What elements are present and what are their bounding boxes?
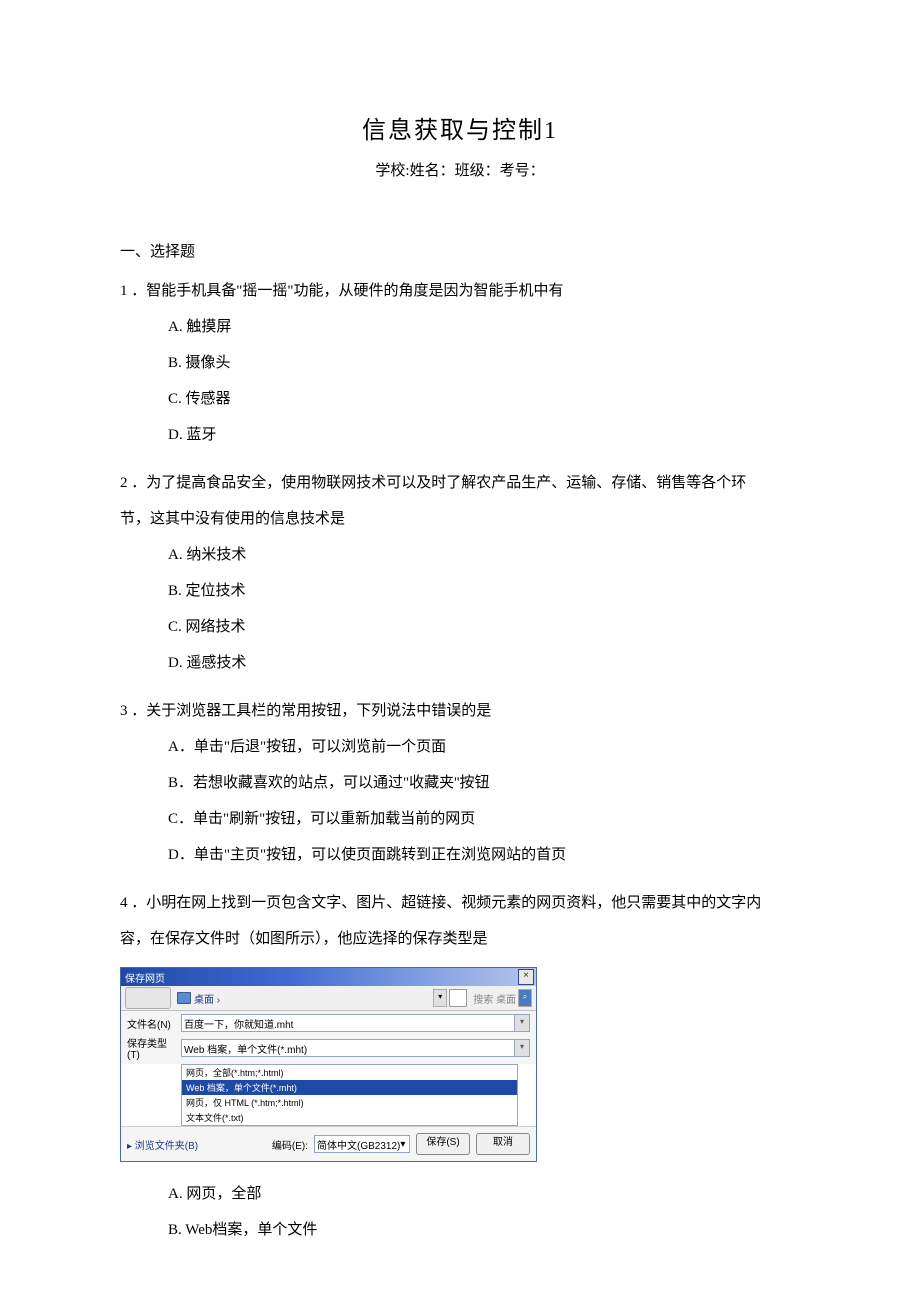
savetype-option[interactable]: 文本文件(*.txt) (182, 1110, 517, 1125)
q1-option-b: B. 摄像头 (168, 345, 800, 381)
q4-option-a: A. 网页，全部 (168, 1176, 800, 1212)
dialog-title-text: 保存网页 (125, 970, 165, 985)
q2-option-c: C. 网络技术 (168, 609, 800, 645)
dialog-titlebar: 保存网页 × (121, 968, 536, 986)
filename-input[interactable]: 百度一下，你就知道.mht ▾ (181, 1014, 530, 1032)
q1-option-a: A. 触摸屏 (168, 309, 800, 345)
search-placeholder: 搜索 桌面 (473, 991, 516, 1006)
cancel-button[interactable]: 取消 (476, 1133, 530, 1155)
document-page: 信息获取与控制1 学校:姓名：班级：考号： 一、选择题 1 ．智能手机具备"摇一… (0, 0, 920, 1301)
section-heading: 一、选择题 (120, 240, 800, 261)
browse-folders-toggle[interactable]: ▸ 浏览文件夹(B) (127, 1137, 198, 1152)
q4-stem-a: 4 ．小明在网上找到一页包含文字、图片、超链接、视频元素的网页资料，他只需要其中… (120, 885, 800, 921)
savetype-value: Web 档案，单个文件(*.mht) (184, 1041, 307, 1056)
savetype-row: 保存类型(T) Web 档案，单个文件(*.mht) ▾ (121, 1035, 536, 1064)
q3-option-c: C．单击"刷新"按钮，可以重新加载当前的网页 (168, 801, 800, 837)
save-webpage-dialog: 保存网页 × 桌面 › ▾ 搜索 桌面 ⌕ 文件名(N) 百 (120, 967, 537, 1162)
q3-stem: 3 ．关于浏览器工具栏的常用按钮，下列说法中错误的是 (120, 693, 800, 729)
location-text: 桌面 › (194, 991, 220, 1006)
q1-stem: 1 ．智能手机具备"摇一摇"功能，从硬件的角度是因为智能手机中有 (120, 273, 800, 309)
q3-option-b: B．若想收藏喜欢的站点，可以通过"收藏夹''按钮 (168, 765, 800, 801)
filename-row: 文件名(N) 百度一下，你就知道.mht ▾ (121, 1011, 536, 1035)
save-button[interactable]: 保存(S) (416, 1133, 470, 1155)
q4-option-b: B. Web档案，单个文件 (168, 1212, 800, 1248)
q2-options: A. 纳米技术 B. 定位技术 C. 网络技术 D. 遥感技术 (120, 537, 800, 681)
dropdown-arrow-icon[interactable]: ▾ (433, 989, 447, 1007)
back-forward-buttons[interactable] (125, 987, 171, 1009)
q2-option-d: D. 遥感技术 (168, 645, 800, 681)
filename-label: 文件名(N) (127, 1016, 175, 1031)
savetype-option[interactable]: 网页，仅 HTML (*.htm;*.html) (182, 1095, 517, 1110)
search-icon[interactable]: ⌕ (518, 989, 532, 1007)
q1-option-d: D. 蓝牙 (168, 417, 800, 453)
save-dialog-screenshot: 保存网页 × 桌面 › ▾ 搜索 桌面 ⌕ 文件名(N) 百 (120, 967, 800, 1162)
savetype-select[interactable]: Web 档案，单个文件(*.mht) ▾ (181, 1039, 530, 1057)
q2-option-a: A. 纳米技术 (168, 537, 800, 573)
close-icon[interactable]: × (518, 969, 534, 985)
savetype-label: 保存类型(T) (127, 1035, 175, 1061)
refresh-icon[interactable] (449, 989, 467, 1007)
location-breadcrumb[interactable]: 桌面 › (177, 991, 220, 1006)
filename-value: 百度一下，你就知道.mht (184, 1016, 293, 1031)
chevron-down-icon[interactable]: ▾ (514, 1040, 529, 1056)
nav-right-controls: ▾ 搜索 桌面 ⌕ (433, 989, 532, 1007)
encoding-select[interactable]: 简体中文(GB2312) ▾ (314, 1135, 410, 1153)
savetype-option[interactable]: 网页，全部(*.htm;*.html) (182, 1065, 517, 1080)
q3-option-a: A．单击"后退"按钮，可以浏览前一个页面 (168, 729, 800, 765)
dialog-bottom-row: ▸ 浏览文件夹(B) 编码(E): 简体中文(GB2312) ▾ 保存(S) 取… (121, 1126, 536, 1161)
q4-options: A. 网页，全部 B. Web档案，单个文件 (120, 1176, 800, 1248)
savetype-dropdown: 网页，全部(*.htm;*.html) Web 档案，单个文件(*.mht) 网… (181, 1064, 518, 1126)
encoding-label: 编码(E): (272, 1137, 308, 1152)
folder-icon (177, 992, 191, 1004)
chevron-down-icon[interactable]: ▾ (514, 1015, 529, 1031)
dialog-nav-row: 桌面 › ▾ 搜索 桌面 ⌕ (121, 986, 536, 1011)
q2-option-b: B. 定位技术 (168, 573, 800, 609)
q3-option-d: D．单击"主页"按钮，可以使页面跳转到正在浏览网站的首页 (168, 837, 800, 873)
document-title: 信息获取与控制1 (120, 110, 800, 145)
chevron-down-icon[interactable]: ▾ (400, 1139, 405, 1150)
q3-options: A．单击"后退"按钮，可以浏览前一个页面 B．若想收藏喜欢的站点，可以通过"收藏… (120, 729, 800, 873)
q1-options: A. 触摸屏 B. 摄像头 C. 传感器 D. 蓝牙 (120, 309, 800, 453)
savetype-option-selected[interactable]: Web 档案，单个文件(*.mht) (182, 1080, 517, 1095)
q2-stem-b: 节，这其中没有使用的信息技术是 (120, 501, 800, 537)
encoding-value: 简体中文(GB2312) (317, 1137, 400, 1152)
q1-option-c: C. 传感器 (168, 381, 800, 417)
q2-stem-a: 2 ．为了提高食品安全，使用物联网技术可以及时了解农产品生产、运输、存储、销售等… (120, 465, 800, 501)
q4-stem-b: 容，在保存文件时（如图所示），他应选择的保存类型是 (120, 921, 800, 957)
exam-header-fields: 学校:姓名：班级：考号： (120, 159, 800, 180)
